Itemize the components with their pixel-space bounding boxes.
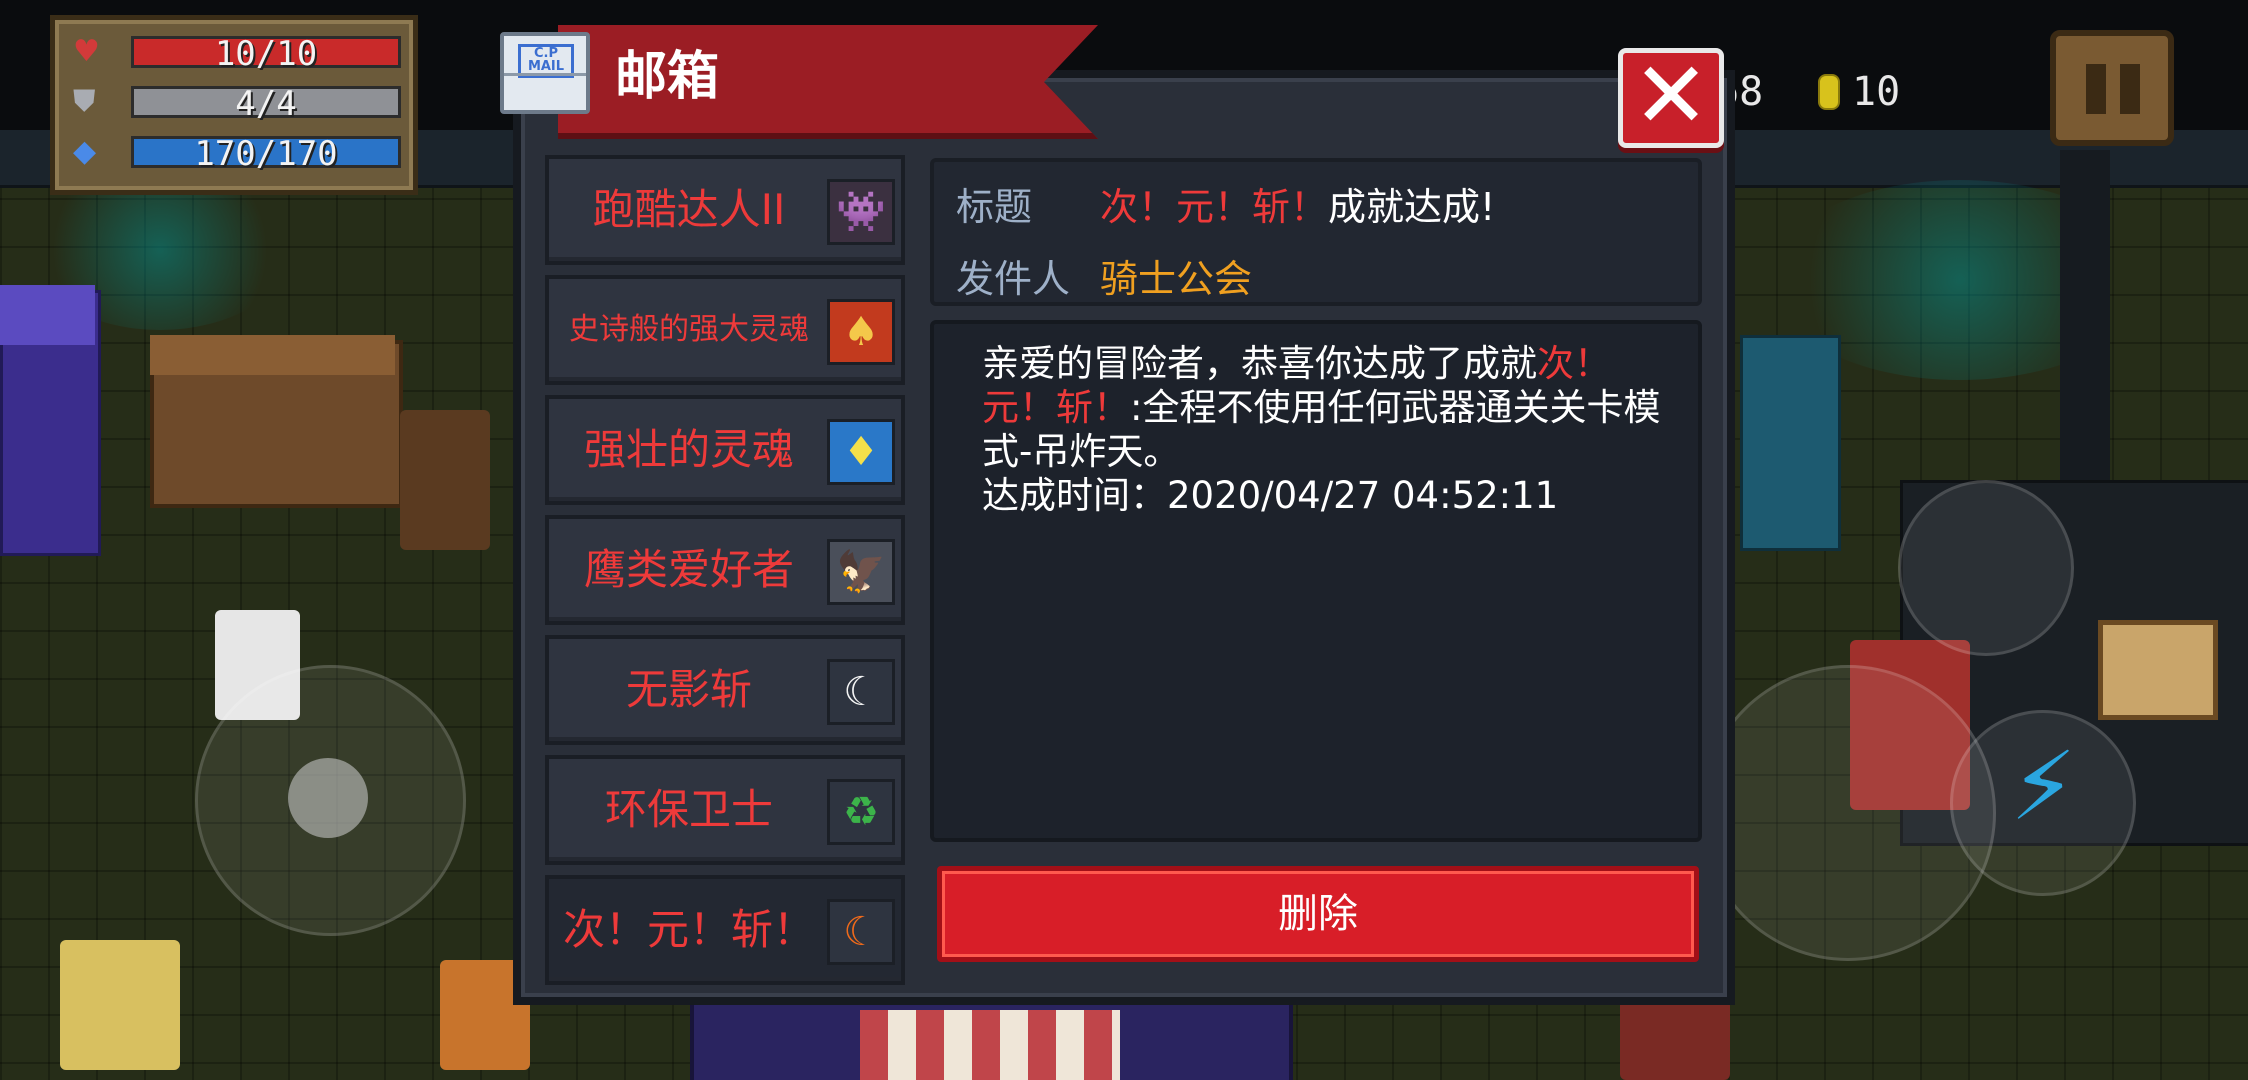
mail-body: 亲爱的冒险者，恭喜你达成了成就次！元！斩！:全程不使用任何武器通关关卡模式-吊炸… [930, 320, 1702, 842]
monster-icon: 👾 [827, 179, 895, 245]
sender-label: 发件人 [956, 257, 1071, 301]
mail-item-label: 环保卫士 [604, 785, 773, 834]
mail-item-strong-soul[interactable]: 强壮的灵魂 ♦ [545, 395, 905, 505]
body-prefix: 亲爱的冒险者，恭喜你达成了成就 [982, 342, 1537, 385]
mail-item-label: 跑酷达人II [592, 185, 786, 234]
mail-item-epic-soul[interactable]: 史诗般的强大灵魂 ♠ [545, 275, 905, 385]
energy-bar: 170/170 [131, 134, 401, 174]
hp-value: 10/10 [214, 34, 318, 74]
armor-bar: 4/4 [131, 84, 401, 124]
achievement-time: 达成时间：2020/04/27 04:52:11 [982, 474, 1559, 517]
mail-list: 跑酷达人II 👾 史诗般的强大灵魂 ♠ 强壮的灵魂 ♦ 鹰类爱好者 🦅 无影斩 … [545, 155, 905, 985]
white-moon-slash-icon: ☾ [827, 659, 895, 725]
mail-body-text: 亲爱的冒险者，恭喜你达成了成就次！元！斩！:全程不使用任何武器通关关卡模式-吊炸… [982, 342, 1662, 518]
energy-value: 170/170 [194, 134, 338, 174]
envelope-flap [504, 73, 586, 110]
close-button[interactable]: ✕ [1618, 48, 1724, 148]
desk-top [150, 335, 395, 375]
energy-row: ◆ 170/170 [65, 134, 405, 174]
coin-count: 10 [1852, 69, 1901, 115]
eagle-icon: 🦅 [827, 539, 895, 605]
hp-bar: 10/10 [131, 34, 401, 74]
mail-item-eagle-lover[interactable]: 鹰类爱好者 🦅 [545, 515, 905, 625]
title-label: 标题 [956, 185, 1033, 229]
sender-name: 骑士公会 [1100, 257, 1253, 301]
mail-item-label: 史诗般的强大灵魂 [569, 312, 809, 347]
teal-cabinet [1740, 335, 1841, 551]
heart-icon: ♥ [73, 34, 100, 69]
mail-subject: 次！元！斩！成就达成! [1100, 182, 1495, 232]
orange-moon-slash-icon: ☾ [827, 899, 895, 965]
mail-item-eco-guardian[interactable]: 环保卫士 ♻ [545, 755, 905, 865]
hp-row: ♥ 10/10 [65, 34, 405, 74]
mail-envelope-icon: C.P MAIL [500, 32, 590, 114]
mail-item-label: 强壮的灵魂 [583, 425, 794, 474]
shield-icon: ⛊ [73, 84, 96, 119]
joystick-knob[interactable] [288, 758, 368, 838]
notice-board [2098, 620, 2218, 720]
striped-stall [860, 1010, 1120, 1080]
lightning-icon: ⚡ [2010, 732, 2077, 842]
delete-button[interactable]: 删除 [937, 866, 1699, 962]
diamond-icon: ◆ [73, 134, 97, 169]
pause-icon [2120, 64, 2140, 114]
mailbox-title: 邮箱 [615, 47, 720, 107]
wizard-npc [1620, 1000, 1730, 1080]
mail-item-label: 无影斩 [625, 665, 752, 714]
pillar [2060, 150, 2110, 490]
mail-header: 标题 次！元！斩！成就达成! 发件人 骑士公会 [930, 158, 1702, 306]
recycle-icon: ♻ [827, 779, 895, 845]
pause-button[interactable] [2050, 30, 2174, 146]
mail-item-shadowless-slash[interactable]: 无影斩 ☾ [545, 635, 905, 745]
flower-plant [60, 940, 180, 1070]
weapon-switch-button[interactable] [1898, 480, 2074, 656]
pause-icon [2086, 64, 2106, 114]
mail-item-label: 次！元！斩！ [562, 905, 815, 954]
vending-top [0, 285, 95, 345]
coin-icon [1818, 74, 1840, 110]
armor-row: ⛊ 4/4 [65, 84, 405, 124]
close-icon: ✕ [1632, 42, 1710, 149]
mail-item-label: 鹰类爱好者 [583, 545, 794, 594]
mail-item-parkour[interactable]: 跑酷达人II 👾 [545, 155, 905, 265]
subject-highlight: 次！元！斩！ [1100, 185, 1329, 229]
red-card-icon: ♠ [827, 299, 895, 365]
armor-value: 4/4 [235, 84, 297, 124]
cowboy-npc [400, 410, 490, 550]
blue-card-icon: ♦ [827, 419, 895, 485]
player-stats-panel: ♥ 10/10 ⛊ 4/4 ◆ 170/170 [50, 15, 418, 195]
mail-item-dimension-slash[interactable]: 次！元！斩！ ☾ [545, 875, 905, 985]
subject-rest: 成就达成! [1328, 185, 1496, 229]
